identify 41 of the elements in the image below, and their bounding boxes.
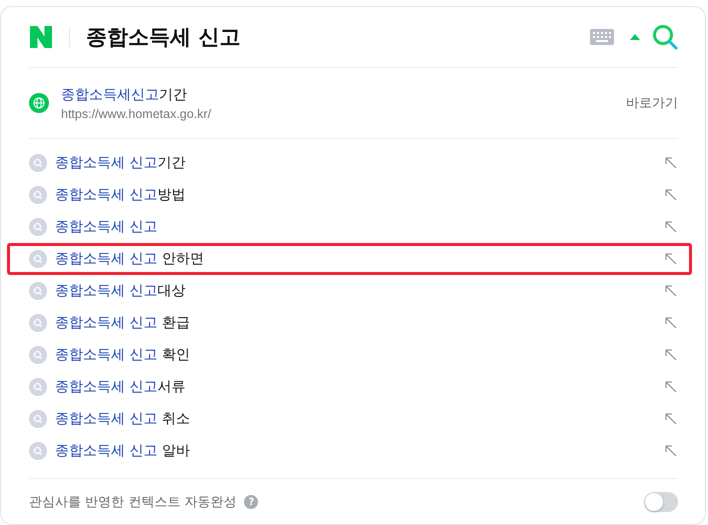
search-icon — [29, 442, 47, 460]
suggestion-link[interactable]: 종합소득세 신고 알바 — [55, 442, 665, 460]
arrow-up-left-icon[interactable] — [665, 253, 677, 265]
globe-icon — [29, 93, 49, 113]
suggestion-link[interactable]: 종합소득세 신고방법 — [55, 186, 665, 204]
search-icon — [29, 154, 47, 172]
search-icon — [29, 346, 47, 364]
suggestion-link[interactable]: 종합소득세 신고 — [55, 218, 665, 236]
setting-label: 관심사를 반영한 컨텍스트 자동완성 — [29, 494, 236, 511]
n-logo-icon[interactable] — [29, 25, 53, 49]
site-url: https://www.hometax.go.kr/ — [61, 106, 212, 120]
arrow-up-left-icon[interactable] — [665, 157, 677, 169]
search-icon — [29, 218, 47, 236]
suggestion-link[interactable]: 종합소득세 신고 안하면 — [55, 250, 665, 268]
caret-up-icon[interactable] — [630, 34, 640, 40]
suggestion-link[interactable]: 종합소득세 신고대상 — [55, 282, 665, 300]
suggestion-link[interactable]: 종합소득세 신고 확인 — [55, 346, 665, 364]
search-icon — [29, 186, 47, 204]
arrow-up-left-icon[interactable] — [665, 349, 677, 361]
search-icon — [29, 378, 47, 396]
suggestion-link[interactable]: 종합소득세 신고서류 — [55, 378, 665, 396]
arrow-up-left-icon[interactable] — [665, 445, 677, 457]
search-icon[interactable] — [652, 24, 678, 50]
search-query[interactable]: 종합소득세 신고 — [86, 23, 590, 51]
arrow-up-left-icon[interactable] — [665, 189, 677, 201]
arrow-up-left-icon[interactable] — [665, 317, 677, 329]
search-icon — [29, 314, 47, 332]
arrow-up-left-icon[interactable] — [665, 285, 677, 297]
search-icon — [29, 410, 47, 428]
arrow-up-left-icon[interactable] — [665, 221, 677, 233]
arrow-up-left-icon[interactable] — [665, 381, 677, 393]
toggle-switch[interactable] — [644, 492, 678, 512]
search-icon — [29, 282, 47, 300]
arrow-up-left-icon[interactable] — [665, 413, 677, 425]
keyboard-icon[interactable] — [590, 29, 614, 45]
site-title-link[interactable]: 종합소득세신고기간 — [61, 86, 626, 104]
suggestion-link[interactable]: 종합소득세 신고 취소 — [55, 410, 665, 428]
suggestion-link[interactable]: 종합소득세 신고 환급 — [55, 314, 665, 332]
suggestion-link[interactable]: 종합소득세 신고기간 — [55, 154, 665, 172]
shortcut-link[interactable]: 바로가기 — [626, 94, 678, 112]
search-icon — [29, 250, 47, 268]
